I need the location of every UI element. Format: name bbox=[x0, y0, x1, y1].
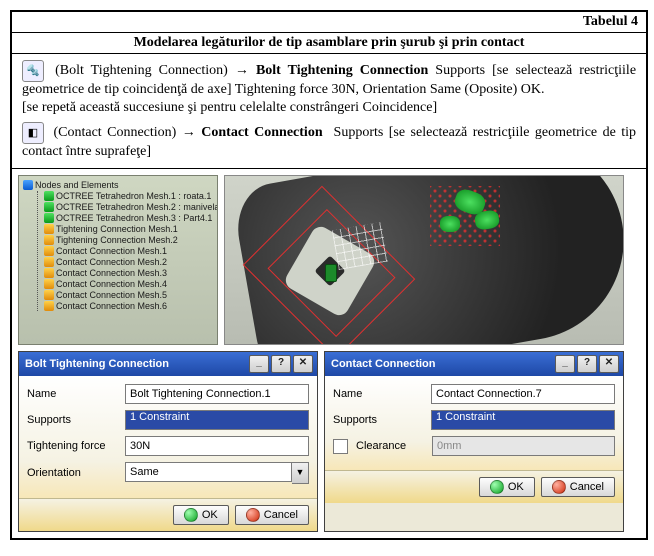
help-button[interactable]: ? bbox=[577, 355, 597, 373]
name-label: Name bbox=[333, 388, 425, 400]
figures-cell: Nodes and Elements OCTREE Tetrahedron Me… bbox=[12, 169, 646, 538]
ok-icon bbox=[490, 480, 504, 494]
ok-button[interactable]: OK bbox=[173, 505, 229, 525]
tree-root-icon bbox=[23, 180, 33, 190]
close-button[interactable]: ✕ bbox=[599, 355, 619, 373]
connection-icon bbox=[44, 257, 54, 267]
connection-icon bbox=[44, 235, 54, 245]
cancel-icon bbox=[552, 480, 566, 494]
orientation-combo[interactable] bbox=[125, 462, 292, 482]
name-field[interactable] bbox=[125, 384, 309, 404]
connection-icon bbox=[44, 301, 54, 311]
connection-glyph bbox=[440, 216, 460, 232]
connection-icon bbox=[44, 224, 54, 234]
clearance-checkbox[interactable] bbox=[333, 439, 348, 454]
mesh-icon bbox=[44, 213, 54, 223]
3d-viewport[interactable] bbox=[224, 175, 624, 345]
connection-icon bbox=[44, 290, 54, 300]
tree-item-label[interactable]: Contact Connection Mesh.2 bbox=[56, 257, 167, 267]
tree-item-label[interactable]: OCTREE Tetrahedron Mesh.3 : Part4.1 bbox=[56, 213, 212, 223]
tree-item-label[interactable]: Contact Connection Mesh.4 bbox=[56, 279, 167, 289]
cancel-button[interactable]: Cancel bbox=[541, 477, 615, 497]
help-button[interactable]: ? bbox=[271, 355, 291, 373]
connection-icon bbox=[44, 268, 54, 278]
connection-icon bbox=[44, 246, 54, 256]
table-number: Tabelul 4 bbox=[12, 12, 646, 33]
orientation-label: Orientation bbox=[27, 467, 119, 479]
bolt-connection-icon: 🔩 bbox=[22, 60, 44, 82]
para1-bold: Bolt Tightening Connection bbox=[256, 63, 428, 78]
contact-connection-dialog: Contact Connection _ ? ✕ Name Supports 1… bbox=[324, 351, 624, 532]
minimize-button[interactable]: _ bbox=[249, 355, 269, 373]
mesh-icon bbox=[44, 202, 54, 212]
cancel-icon bbox=[246, 508, 260, 522]
supports-label: Supports bbox=[27, 414, 119, 426]
tree-root-label: Nodes and Elements bbox=[35, 180, 119, 190]
tree-item-label[interactable]: Contact Connection Mesh.5 bbox=[56, 290, 167, 300]
para2-bold: Contact Connection bbox=[201, 125, 322, 140]
tree-item-label[interactable]: Contact Connection Mesh.6 bbox=[56, 301, 167, 311]
dialog-title: Contact Connection bbox=[331, 358, 436, 370]
contact-connection-icon: ◧ bbox=[22, 122, 44, 144]
table-title: Modelarea legăturilor de tip asamblare p… bbox=[12, 33, 646, 54]
supports-field[interactable]: 1 Constraint bbox=[125, 410, 309, 430]
dialog-title: Bolt Tightening Connection bbox=[25, 358, 169, 370]
tree-item-label[interactable]: Contact Connection Mesh.1 bbox=[56, 246, 167, 256]
para1-lead: (Bolt Tightening Connection) → bbox=[55, 63, 249, 78]
bolt-tightening-dialog: Bolt Tightening Connection _ ? ✕ Name Su… bbox=[18, 351, 318, 532]
cancel-button[interactable]: Cancel bbox=[235, 505, 309, 525]
close-button[interactable]: ✕ bbox=[293, 355, 313, 373]
connection-icon bbox=[44, 279, 54, 289]
chevron-down-icon[interactable]: ▼ bbox=[292, 462, 309, 484]
ok-button[interactable]: OK bbox=[479, 477, 535, 497]
tree-item-label[interactable]: OCTREE Tetrahedron Mesh.2 : manivela.1 bbox=[56, 202, 218, 212]
clearance-field bbox=[432, 436, 615, 456]
table-4: Tabelul 4 Modelarea legăturilor de tip a… bbox=[10, 10, 648, 540]
supports-field[interactable]: 1 Constraint bbox=[431, 410, 615, 430]
tightening-force-label: Tightening force bbox=[27, 440, 119, 452]
tree-item-label[interactable]: OCTREE Tetrahedron Mesh.1 : roata.1 bbox=[56, 191, 211, 201]
name-label: Name bbox=[27, 388, 119, 400]
tree-item-label[interactable]: Contact Connection Mesh.3 bbox=[56, 268, 167, 278]
spec-tree-panel[interactable]: Nodes and Elements OCTREE Tetrahedron Me… bbox=[18, 175, 218, 345]
supports-label: Supports bbox=[333, 414, 425, 426]
para1-note: [se repetă această succesiune şi pentru … bbox=[22, 100, 636, 116]
mesh-overlay bbox=[332, 222, 388, 270]
axis-marker bbox=[325, 264, 337, 282]
name-field[interactable] bbox=[431, 384, 615, 404]
mesh-icon bbox=[44, 191, 54, 201]
minimize-button[interactable]: _ bbox=[555, 355, 575, 373]
tree-item-label[interactable]: Tightening Connection Mesh.2 bbox=[56, 235, 178, 245]
instructions-cell: 🔩 (Bolt Tightening Connection) → Bolt Ti… bbox=[12, 54, 646, 169]
clearance-label: Clearance bbox=[356, 440, 426, 452]
para2-lead: (Contact Connection) → bbox=[53, 125, 195, 140]
ok-icon bbox=[184, 508, 198, 522]
tightening-force-field[interactable] bbox=[125, 436, 309, 456]
tree-item-label[interactable]: Tightening Connection Mesh.1 bbox=[56, 224, 178, 234]
